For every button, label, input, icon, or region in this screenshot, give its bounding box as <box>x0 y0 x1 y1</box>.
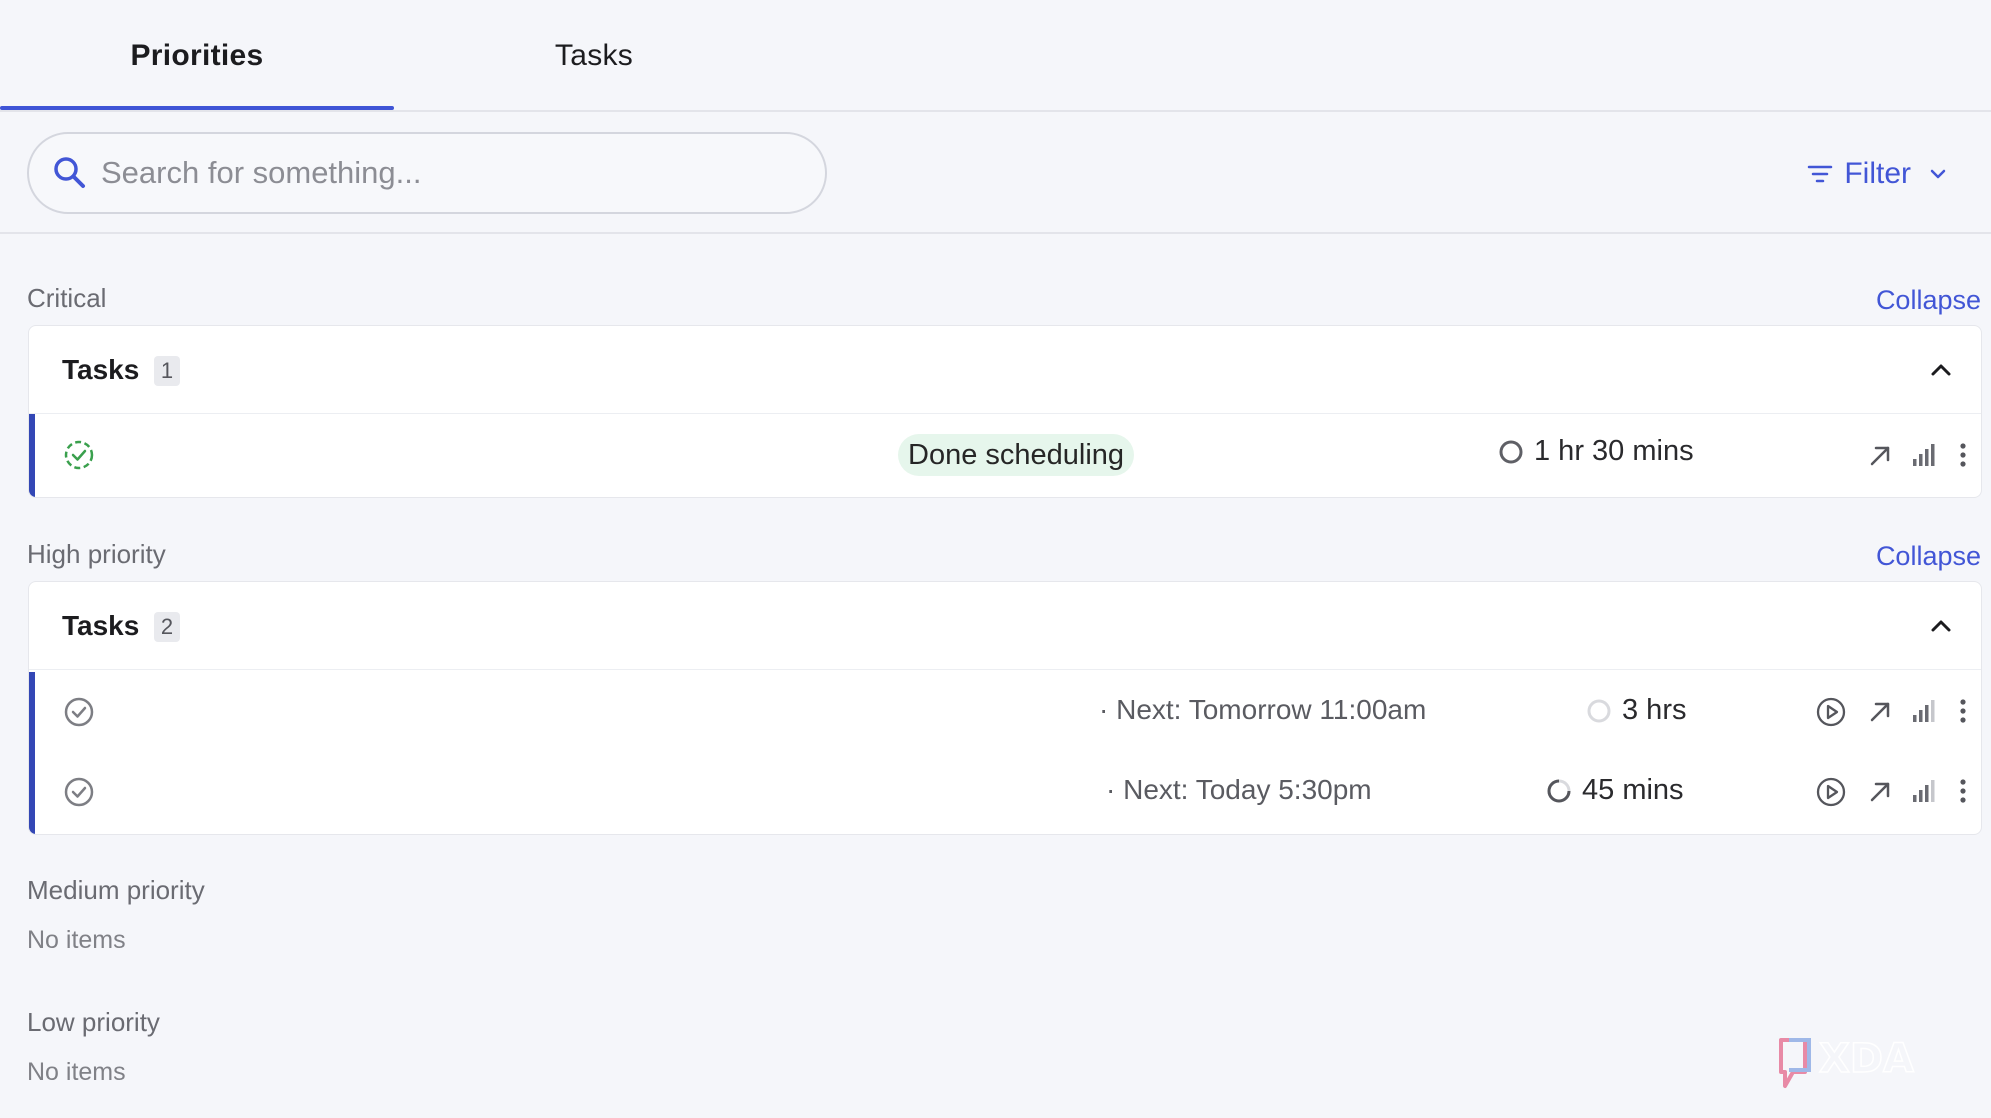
progress-ring-icon <box>1547 779 1571 802</box>
task-count-badge: 1 <box>154 356 180 386</box>
duration: 3 hrs <box>1586 694 1686 727</box>
empty-state-text: No items <box>27 1058 126 1086</box>
high-priority-tasks-card: Tasks 2 · Next: Tomorrow 11:00am 3 hrs ·… <box>28 581 1982 835</box>
group-title: Tasks <box>62 354 140 385</box>
duration: 45 mins <box>1546 774 1684 807</box>
task-row[interactable]: Done scheduling 1 hr 30 mins <box>29 414 1981 497</box>
critical-tasks-card: Tasks 1 Done scheduling 1 hr 30 mins <box>28 325 1982 498</box>
play-circle-icon[interactable] <box>1815 696 1847 728</box>
search-icon <box>54 157 85 188</box>
tab-bar: Priorities Tasks <box>0 0 1991 112</box>
chevron-up-icon[interactable] <box>1927 612 1955 640</box>
check-circle-icon[interactable] <box>63 696 95 728</box>
task-count-badge: 2 <box>154 612 180 642</box>
priority-bars-icon[interactable] <box>1911 442 1937 468</box>
xda-logo-watermark: XDA <box>1779 1035 1915 1088</box>
open-arrow-icon[interactable] <box>1868 780 1892 804</box>
tab-tasks[interactable]: Tasks <box>394 0 794 112</box>
duration-text: 45 mins <box>1582 774 1684 806</box>
collapse-critical-link[interactable]: Collapse <box>1876 285 1981 316</box>
filter-label: Filter <box>1844 157 1911 190</box>
priority-bars-icon[interactable] <box>1911 778 1937 804</box>
section-label-high-priority: High priority <box>27 539 166 569</box>
section-label-low-priority: Low priority <box>27 1007 160 1037</box>
priority-bars-icon[interactable] <box>1911 698 1937 724</box>
more-vertical-icon[interactable] <box>1957 442 1969 468</box>
duration: 1 hr 30 mins <box>1498 435 1694 468</box>
empty-state-text: No items <box>27 926 126 954</box>
filter-lines-icon <box>1808 165 1833 183</box>
progress-ring-icon <box>1499 440 1523 463</box>
high-priority-tasks-header[interactable]: Tasks 2 <box>29 582 1981 670</box>
chevron-down-icon <box>1930 169 1946 179</box>
row-accent-bar <box>29 414 35 497</box>
open-arrow-icon[interactable] <box>1868 700 1892 724</box>
duration-text: 3 hrs <box>1622 694 1687 726</box>
next-scheduled-text: · Next: Today 5:30pm <box>1106 774 1372 805</box>
section-label-medium-priority: Medium priority <box>27 875 205 905</box>
progress-ring-icon <box>1587 699 1611 722</box>
check-circle-icon[interactable] <box>63 776 95 808</box>
collapse-high-priority-link[interactable]: Collapse <box>1876 541 1981 572</box>
watermark-text: XDA <box>1819 1036 1914 1082</box>
tab-priorities[interactable]: Priorities <box>0 0 394 112</box>
check-dashed-icon[interactable] <box>63 439 95 471</box>
active-tab-indicator <box>0 106 394 110</box>
more-vertical-icon[interactable] <box>1957 698 1969 724</box>
toolbar: Filter <box>0 112 1991 234</box>
chevron-up-icon[interactable] <box>1927 356 1955 384</box>
section-label-critical: Critical <box>27 283 107 313</box>
next-scheduled-text: · Next: Tomorrow 11:00am <box>1099 694 1427 725</box>
critical-tasks-header[interactable]: Tasks 1 <box>29 326 1981 414</box>
search-box[interactable] <box>27 132 827 214</box>
play-circle-icon[interactable] <box>1815 776 1847 808</box>
filter-button[interactable]: Filter <box>1806 152 1949 196</box>
open-arrow-icon[interactable] <box>1868 444 1892 468</box>
task-row[interactable]: · Next: Tomorrow 11:00am 3 hrs <box>29 672 1981 752</box>
group-title: Tasks <box>62 610 140 641</box>
search-input[interactable] <box>101 148 801 198</box>
task-row[interactable]: · Next: Today 5:30pm 45 mins <box>29 752 1981 832</box>
duration-text: 1 hr 30 mins <box>1534 435 1694 467</box>
more-vertical-icon[interactable] <box>1957 778 1969 804</box>
status-pill: Done scheduling <box>898 434 1135 476</box>
